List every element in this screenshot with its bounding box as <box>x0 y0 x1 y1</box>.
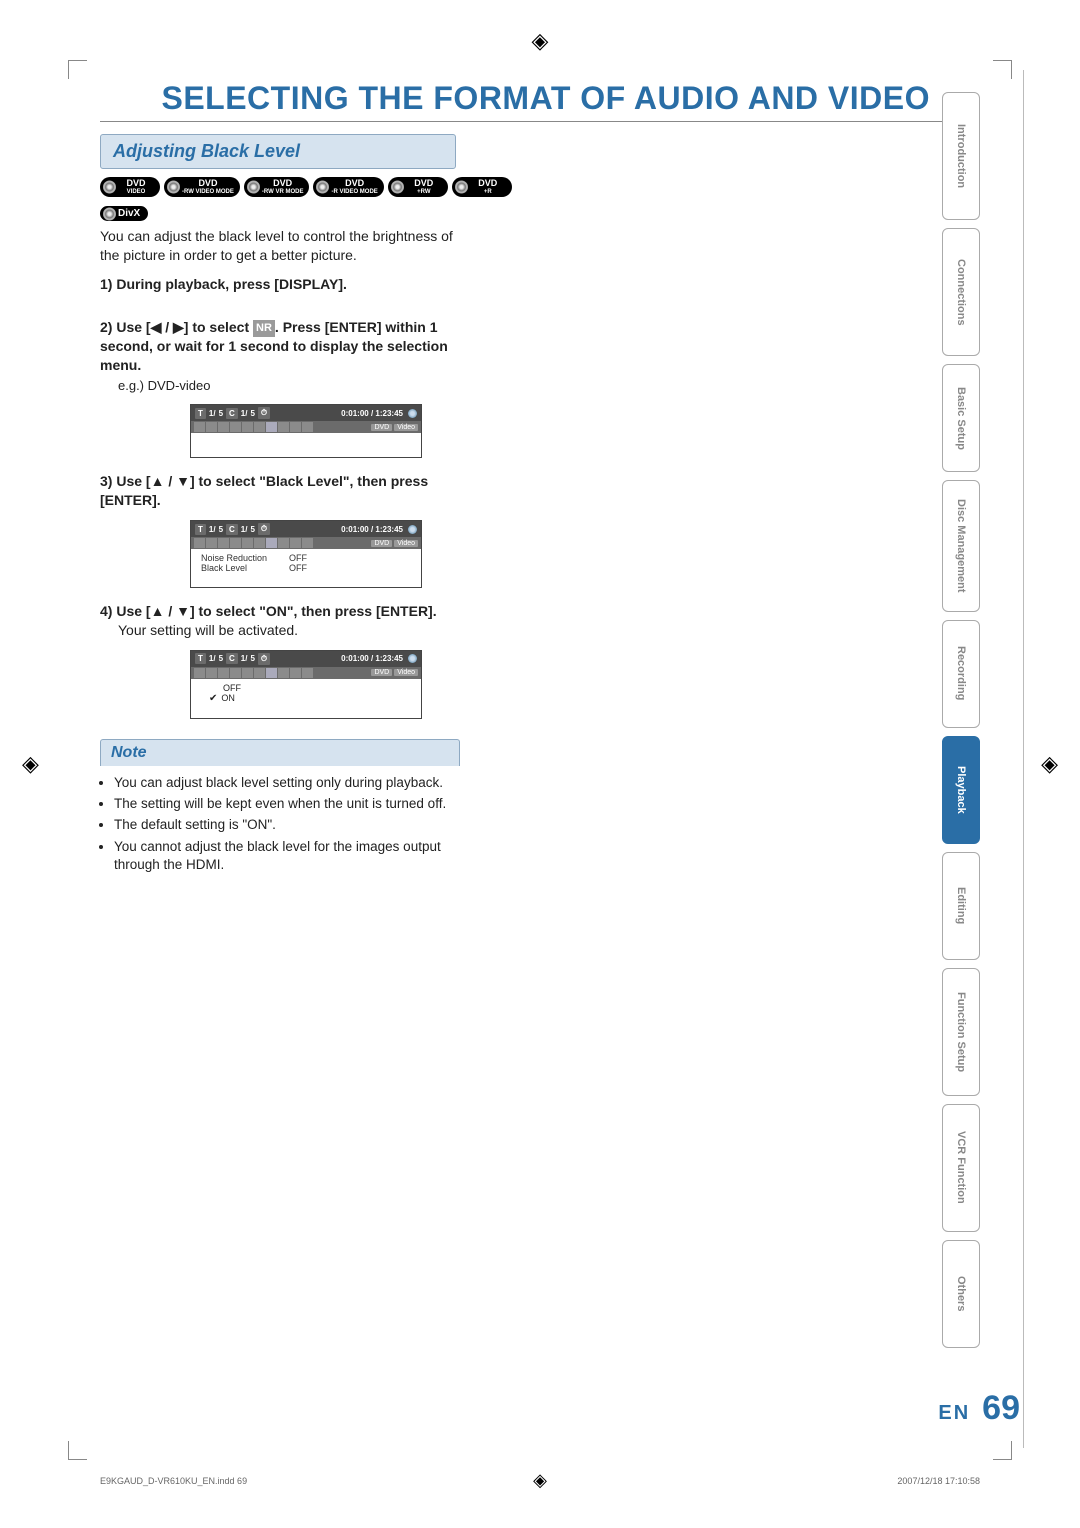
disc-icon <box>408 525 417 534</box>
tab-connections[interactable]: Connections <box>942 228 980 356</box>
crop-mark <box>993 1441 1012 1460</box>
step-number: 3) <box>100 473 112 489</box>
step-number: 2) <box>100 319 112 335</box>
disc-badge: DVD-RW VR MODE <box>244 177 310 197</box>
disc-badge: DVD-RW VIDEO MODE <box>164 177 240 197</box>
registration-mark-right: ◈ <box>1041 751 1058 777</box>
intro-text: You can adjust the black level to contro… <box>100 227 460 265</box>
tab-function-setup[interactable]: Function Setup <box>942 968 980 1096</box>
osd-preview: T 1/5 C 1/5 ⏱ 0:01:00 / 1:23:45 DVDVideo… <box>190 650 422 719</box>
tab-others[interactable]: Others <box>942 1240 980 1348</box>
step-text: Use [▲ / ▼] to select "ON", then press [… <box>116 603 436 619</box>
tab-playback[interactable]: Playback <box>942 736 980 844</box>
registration-mark-left: ◈ <box>22 751 39 777</box>
example-label: e.g.) DVD-video <box>118 377 460 395</box>
tab-recording[interactable]: Recording <box>942 620 980 728</box>
osd-menu-key: Black Level <box>201 563 281 573</box>
disc-badge: DVD+RW <box>388 177 448 197</box>
tab-editing[interactable]: Editing <box>942 852 980 960</box>
crop-mark <box>68 60 87 79</box>
print-metadata: E9KGAUD_D-VR610KU_EN.indd 69 ◈ 2007/12/1… <box>100 1476 980 1486</box>
arrow-left-right-icon: ◀ / ▶ <box>151 319 184 335</box>
section-title: Adjusting Black Level <box>113 141 300 161</box>
disc-badge: DVD+R <box>452 177 512 197</box>
tab-disc-management[interactable]: Disc Management <box>942 480 980 612</box>
divx-badge: DivX <box>100 206 148 221</box>
note-item: The default setting is "ON". <box>114 816 460 834</box>
footer-lang: EN <box>938 1402 970 1425</box>
osd-menu-key: Noise Reduction <box>201 553 281 563</box>
osd-menu-value: OFF <box>289 553 307 563</box>
disc-badge-row: DVDVIDEO DVD-RW VIDEO MODE DVD-RW VR MOD… <box>100 177 980 197</box>
checkmark-icon: ✔ <box>209 693 217 704</box>
step-text: During playback, press [DISPLAY]. <box>116 276 347 292</box>
section-header: Adjusting Black Level <box>100 134 456 169</box>
note-box: Note You can adjust black level setting … <box>100 739 460 874</box>
note-item: You cannot adjust the black level for th… <box>114 838 460 874</box>
crop-mark <box>68 1441 87 1460</box>
osd-preview: T 1/5 C 1/5 ⏱ 0:01:00 / 1:23:45 DVDVideo… <box>190 520 422 588</box>
step-subtext: Your setting will be activated. <box>118 621 460 640</box>
margin-rule <box>1023 70 1024 1448</box>
disc-badge: DVD-R VIDEO MODE <box>313 177 383 197</box>
registration-mark-top: ◈ <box>532 28 549 54</box>
osd-preview: T 1/5 C 1/5 ⏱ 0:01:00 / 1:23:45 DVDVideo <box>190 404 422 458</box>
registration-mark-bottom: ◈ <box>533 1470 547 1491</box>
side-tab-list: Introduction Connections Basic Setup Dis… <box>942 92 980 1348</box>
nr-icon: NR <box>253 320 275 337</box>
note-item: The setting will be kept even when the u… <box>114 795 460 813</box>
page-title: SELECTING THE FORMAT OF AUDIO AND VIDEO <box>100 80 980 122</box>
print-file: E9KGAUD_D-VR610KU_EN.indd 69 <box>100 1476 247 1486</box>
osd-option: OFF <box>223 683 241 693</box>
note-item: You can adjust black level setting only … <box>114 774 460 792</box>
osd-menu-value: OFF <box>289 563 307 573</box>
step-number: 1) <box>100 276 112 292</box>
tab-introduction[interactable]: Introduction <box>942 92 980 220</box>
footer-page-number: 69 <box>982 1389 1020 1428</box>
disc-badge: DVDVIDEO <box>100 177 160 197</box>
tab-vcr-function[interactable]: VCR Function <box>942 1104 980 1232</box>
tab-basic-setup[interactable]: Basic Setup <box>942 364 980 472</box>
step-text: Use [▲ / ▼] to select "Black Level", the… <box>100 473 428 508</box>
page-footer: EN 69 <box>938 1389 1020 1428</box>
osd-option: ON <box>221 693 235 703</box>
print-date: 2007/12/18 17:10:58 <box>897 1476 980 1486</box>
note-title: Note <box>100 739 460 766</box>
disc-icon <box>408 654 417 663</box>
step-text: Use [◀ / ▶] to select NR. Press [ENTER] … <box>100 319 448 373</box>
step-number: 4) <box>100 603 112 619</box>
crop-mark <box>993 60 1012 79</box>
disc-icon <box>408 409 417 418</box>
